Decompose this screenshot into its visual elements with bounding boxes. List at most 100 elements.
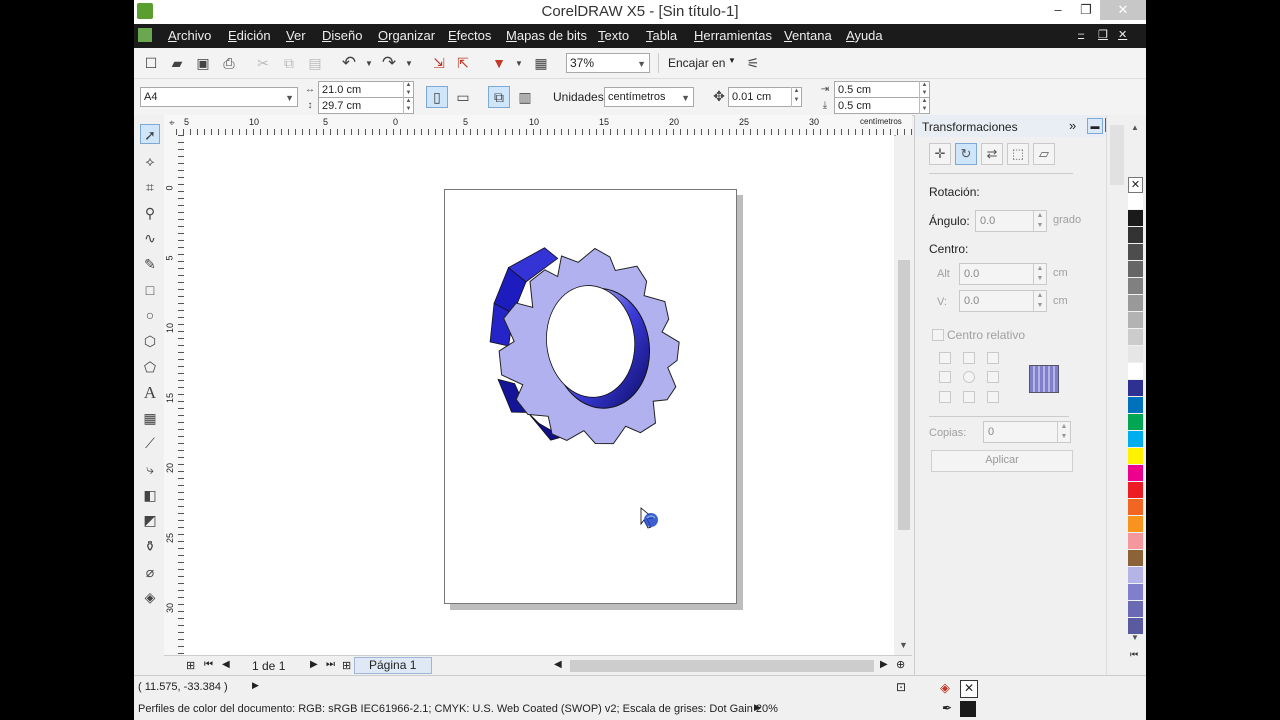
- expand-docker-icon[interactable]: »: [1069, 118, 1076, 133]
- rectangle-tool-icon[interactable]: □: [140, 280, 160, 300]
- menu-mapas-de-bits[interactable]: Mapas de bits: [506, 28, 587, 43]
- landscape-orientation-icon[interactable]: ▭: [454, 88, 472, 106]
- color-swatch[interactable]: [1128, 244, 1143, 260]
- snap-to-menu[interactable]: Encajar en: [668, 56, 725, 70]
- new-document-icon[interactable]: ☐: [142, 54, 160, 72]
- minimize-docker-icon[interactable]: ▬: [1087, 118, 1103, 134]
- center-h-spinner[interactable]: ▲ ▼: [1033, 264, 1046, 284]
- apply-button[interactable]: Aplicar: [931, 450, 1073, 472]
- drawing-canvas[interactable]: [184, 135, 894, 655]
- export-icon[interactable]: ⇱: [454, 54, 472, 72]
- doc-close-button[interactable]: ✕: [1118, 28, 1127, 41]
- scroll-down-icon[interactable]: ▼: [899, 640, 908, 650]
- redo-dropdown-icon[interactable]: ▼: [400, 54, 418, 72]
- anchor-middle-left[interactable]: [939, 371, 951, 383]
- size-tab-icon[interactable]: ⬚: [1007, 143, 1029, 165]
- menu-efectos[interactable]: Efectos: [448, 28, 491, 43]
- crop-tool-icon[interactable]: ⌗: [140, 177, 160, 197]
- vertical-scroll-thumb[interactable]: [898, 260, 910, 530]
- dup-y-spinner[interactable]: ▲ ▼: [919, 97, 929, 114]
- drawing-page[interactable]: [444, 189, 737, 604]
- status-expand-icon[interactable]: ▶: [252, 680, 259, 691]
- ellipse-tool-icon[interactable]: ○: [140, 305, 160, 325]
- units-select[interactable]: centímetros ▼: [604, 87, 694, 107]
- cut-icon[interactable]: ✂: [254, 54, 272, 72]
- save-icon[interactable]: ▣: [194, 54, 212, 72]
- menu-ventana[interactable]: Ventana: [784, 28, 832, 43]
- transparency-tool-icon[interactable]: ◩: [140, 510, 160, 530]
- menu-texto[interactable]: Texto: [598, 28, 629, 43]
- color-swatch[interactable]: [1128, 465, 1143, 481]
- relative-center-checkbox[interactable]: [932, 329, 944, 341]
- color-swatch[interactable]: [1128, 397, 1143, 413]
- center-h-field[interactable]: 0.0 ▲ ▼: [959, 263, 1047, 285]
- outline-indicator-icon[interactable]: ✒: [942, 701, 952, 715]
- dimension-tool-icon[interactable]: ⟋: [140, 433, 160, 453]
- angle-field[interactable]: 0.0 ▲ ▼: [975, 210, 1047, 232]
- no-color-swatch[interactable]: ✕: [1128, 177, 1143, 193]
- color-swatch[interactable]: [1128, 329, 1143, 345]
- fill-none-swatch[interactable]: ✕: [960, 680, 978, 698]
- import-icon[interactable]: ⇲: [430, 54, 448, 72]
- skew-tab-icon[interactable]: ▱: [1033, 143, 1055, 165]
- anchor-top-center[interactable]: [963, 352, 975, 364]
- menu-tabla[interactable]: Tabla: [646, 28, 677, 43]
- color-swatch[interactable]: [1128, 278, 1143, 294]
- color-swatch[interactable]: [1128, 618, 1143, 634]
- duplicate-x-field[interactable]: 0.5 cm ▲ ▼: [834, 81, 930, 98]
- color-swatch[interactable]: [1128, 210, 1143, 226]
- menu-archivo[interactable]: Archivo: [168, 28, 211, 43]
- center-v-field[interactable]: 0.0 ▲ ▼: [959, 290, 1047, 312]
- basic-shapes-tool-icon[interactable]: ⬠: [140, 357, 160, 377]
- anchor-middle-right[interactable]: [987, 371, 999, 383]
- doc-minimize-button[interactable]: –: [1078, 28, 1084, 40]
- all-pages-icon[interactable]: ⧉: [488, 86, 510, 108]
- color-swatch[interactable]: [1128, 414, 1143, 430]
- fill-indicator-icon[interactable]: ◈: [940, 680, 950, 696]
- palette-expand-icon[interactable]: ⏮: [1130, 649, 1138, 660]
- center-v-spinner[interactable]: ▲ ▼: [1033, 291, 1046, 311]
- color-swatch[interactable]: [1128, 193, 1143, 209]
- palette-scroll-up-icon[interactable]: ▲: [1131, 123, 1139, 132]
- add-page-after-icon[interactable]: ⊞: [342, 659, 351, 672]
- color-swatch[interactable]: [1128, 363, 1143, 379]
- anchor-bottom-left[interactable]: [939, 391, 951, 403]
- anchor-center[interactable]: [963, 371, 975, 383]
- launcher-icon[interactable]: ▼: [490, 54, 508, 72]
- copies-spinner[interactable]: ▲ ▼: [1057, 422, 1070, 442]
- redo-icon[interactable]: ↷: [380, 53, 398, 72]
- menu-ayuda[interactable]: Ayuda: [846, 28, 883, 43]
- duplicate-y-field[interactable]: 0.5 cm ▲ ▼: [834, 97, 930, 114]
- pick-tool-icon[interactable]: ➚: [140, 124, 160, 144]
- rotate-tab-icon[interactable]: ↻: [955, 143, 977, 165]
- portrait-orientation-icon[interactable]: ▯: [426, 86, 448, 108]
- color-swatch[interactable]: [1128, 346, 1143, 362]
- close-button[interactable]: ✕: [1100, 0, 1146, 20]
- anchor-top-right[interactable]: [987, 352, 999, 364]
- menu-herramientas[interactable]: Herramientas: [694, 28, 772, 43]
- gear-drawing[interactable]: [445, 190, 738, 605]
- color-swatch[interactable]: [1128, 516, 1143, 532]
- color-swatch[interactable]: [1128, 601, 1143, 617]
- add-page-icon[interactable]: ⊞: [186, 659, 195, 672]
- scroll-right-icon[interactable]: ▶: [880, 659, 888, 670]
- color-swatch[interactable]: [1128, 584, 1143, 600]
- copy-icon[interactable]: ⧉: [280, 54, 298, 72]
- undo-dropdown-icon[interactable]: ▼: [360, 54, 378, 72]
- polygon-tool-icon[interactable]: ⬡: [140, 331, 160, 351]
- menu-edicion[interactable]: Edición: [228, 28, 271, 43]
- interactive-effects-tool-icon[interactable]: ◧: [140, 485, 160, 505]
- text-tool-icon[interactable]: A: [140, 383, 160, 403]
- page-height-field[interactable]: 29.7 cm ▲ ▼: [318, 97, 414, 114]
- horizontal-scroll-thumb[interactable]: [570, 660, 874, 672]
- color-swatch[interactable]: [1128, 380, 1143, 396]
- dup-x-spinner[interactable]: ▲ ▼: [919, 81, 929, 98]
- paste-icon[interactable]: ▤: [306, 54, 324, 72]
- minimize-button[interactable]: –: [1044, 0, 1072, 20]
- color-swatch[interactable]: [1128, 312, 1143, 328]
- paper-size-select[interactable]: A4 ▼: [140, 87, 298, 107]
- vertical-ruler[interactable]: 0 5 10 15 20 25 30: [164, 135, 185, 655]
- launcher-dropdown-icon[interactable]: ▼: [510, 54, 528, 72]
- last-page-icon[interactable]: ⏭: [326, 659, 335, 670]
- outline-color-swatch[interactable]: [960, 701, 976, 717]
